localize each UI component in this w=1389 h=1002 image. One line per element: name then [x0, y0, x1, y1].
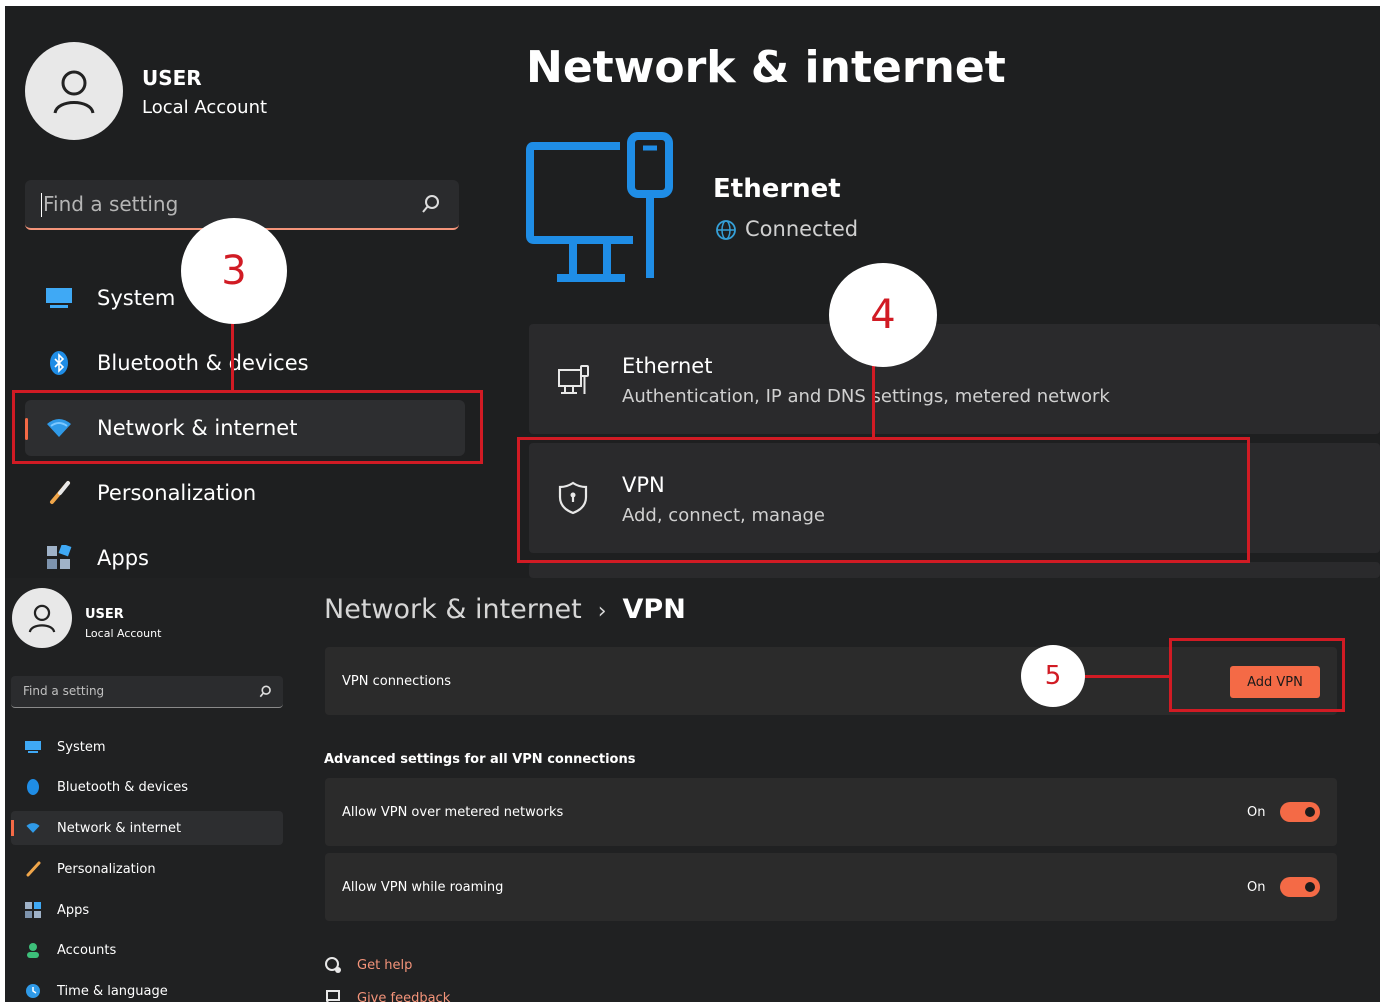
connection-name: Ethernet	[713, 174, 841, 204]
setting-label: Allow VPN while roaming	[342, 880, 504, 895]
page-title: Network & internet	[526, 42, 1006, 93]
user-name: USER	[85, 607, 124, 622]
step-4-marker: 4	[829, 263, 937, 367]
avatar[interactable]	[25, 42, 123, 140]
text-cursor	[41, 193, 42, 217]
nav-item-accounts[interactable]: Accounts	[11, 933, 283, 967]
ethernet-icon	[558, 365, 589, 394]
globe-icon	[716, 220, 736, 240]
give-feedback-link[interactable]: Give feedback	[357, 991, 450, 1002]
connector-3	[231, 322, 234, 392]
search-box[interactable]: Find a setting	[11, 676, 283, 708]
step-5-marker: 5	[1021, 645, 1085, 707]
nav-label: Bluetooth & devices	[57, 779, 188, 795]
account-type: Local Account	[85, 627, 162, 640]
connector-5	[1083, 675, 1171, 678]
nav-item-personalization[interactable]: Personalization	[25, 465, 465, 521]
feedback-icon	[326, 990, 340, 1002]
search-icon[interactable]	[421, 194, 441, 214]
nav-label: Time & language	[57, 983, 168, 999]
nav-label: Personalization	[57, 861, 156, 877]
nav-label: Apps	[57, 902, 90, 918]
nav-label: System	[97, 286, 176, 310]
nav-label: Apps	[97, 546, 149, 570]
next-card-edge	[529, 562, 1380, 578]
system-icon	[25, 739, 41, 755]
system-icon	[45, 284, 73, 312]
search-placeholder: Find a setting	[23, 684, 105, 698]
apps-icon	[45, 544, 73, 572]
setting-label: Allow VPN over metered networks	[342, 805, 564, 820]
bluetooth-icon	[45, 349, 73, 377]
connection-status: Connected	[745, 217, 859, 241]
ethernet-monitor-icon	[526, 132, 673, 282]
accounts-icon	[25, 942, 41, 958]
nav-item-bluetooth[interactable]: Bluetooth & devices	[11, 770, 283, 804]
nav-label: Accounts	[57, 942, 117, 958]
section-heading: Advanced settings for all VPN connection…	[324, 752, 636, 767]
card-title: Ethernet	[622, 354, 713, 378]
highlight-network-nav	[12, 390, 483, 464]
nav-item-network[interactable]: Network & internet	[11, 811, 283, 845]
search-icon[interactable]	[259, 685, 272, 698]
screenshot: USER Local Account Find a setting System…	[5, 6, 1380, 1002]
wifi-icon	[25, 820, 41, 836]
globe-clock-icon	[25, 983, 41, 999]
nav-item-time-language[interactable]: Time & language	[11, 974, 283, 1002]
step-3-marker: 3	[181, 218, 287, 324]
nav-label: System	[57, 739, 106, 755]
account-type: Local Account	[142, 97, 268, 118]
metered-toggle[interactable]	[1280, 802, 1320, 822]
nav-label: Personalization	[97, 481, 257, 505]
user-name: USER	[142, 66, 202, 90]
search-placeholder: Find a setting	[43, 192, 179, 216]
nav-item-personalization[interactable]: Personalization	[11, 852, 283, 886]
row-label: VPN connections	[342, 674, 451, 689]
brush-icon	[45, 479, 73, 507]
breadcrumb-current: VPN	[622, 594, 686, 625]
nav-item-apps[interactable]: Apps	[11, 893, 283, 927]
breadcrumb-parent[interactable]: Network & internet	[324, 594, 582, 625]
selected-indicator	[11, 820, 14, 836]
toggle-state: On	[1247, 880, 1266, 895]
highlight-add-vpn	[1169, 638, 1345, 712]
roaming-toggle[interactable]	[1280, 877, 1320, 897]
bluetooth-icon	[25, 779, 41, 795]
connector-4	[872, 364, 875, 438]
toggle-state: On	[1247, 805, 1266, 820]
person-icon	[28, 604, 56, 633]
avatar[interactable]	[12, 588, 72, 648]
breadcrumb: Network & internet › VPN	[324, 594, 686, 625]
chevron-right-icon: ›	[597, 599, 607, 624]
card-subtitle: Authentication, IP and DNS settings, met…	[622, 386, 1110, 407]
highlight-vpn-card	[517, 437, 1250, 563]
get-help-link[interactable]: Get help	[357, 958, 412, 973]
apps-icon	[25, 902, 41, 918]
setting-row-roaming: Allow VPN while roaming On	[325, 853, 1337, 921]
help-icon	[325, 957, 341, 973]
nav-label: Bluetooth & devices	[97, 351, 309, 375]
setting-row-metered: Allow VPN over metered networks On	[325, 778, 1337, 846]
nav-label: Network & internet	[57, 820, 182, 836]
person-icon	[53, 70, 95, 114]
ethernet-card[interactable]: Ethernet Authentication, IP and DNS sett…	[529, 324, 1380, 434]
nav-item-bluetooth[interactable]: Bluetooth & devices	[25, 335, 465, 391]
brush-icon	[25, 861, 41, 877]
nav-item-system[interactable]: System	[11, 730, 283, 764]
